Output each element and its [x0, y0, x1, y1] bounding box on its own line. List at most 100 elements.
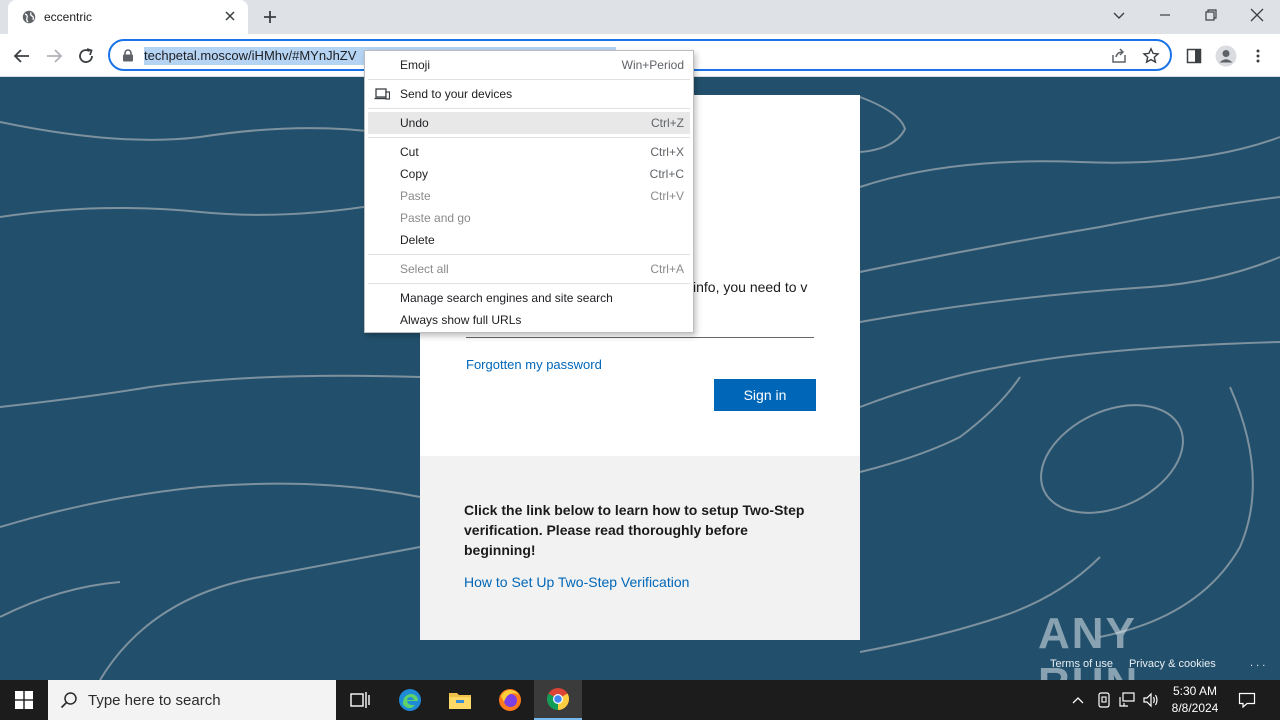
taskbar-edge[interactable]	[386, 680, 434, 720]
taskbar-file-explorer[interactable]	[436, 680, 484, 720]
menu-item-send-to-devices[interactable]: Send to your devices	[368, 83, 690, 105]
start-button[interactable]	[0, 680, 48, 720]
menu-separator	[368, 137, 690, 138]
menu-item-emoji[interactable]: Emoji Win+Period	[368, 54, 690, 76]
share-icon[interactable]	[1110, 47, 1128, 65]
menu-item-paste[interactable]: Paste Ctrl+V	[368, 185, 690, 207]
profile-button[interactable]	[1212, 42, 1240, 70]
network-icon	[1119, 692, 1135, 707]
menu-item-manage-search-engines[interactable]: Manage search engines and site search	[368, 287, 690, 309]
close-icon	[1250, 8, 1264, 22]
two-step-setup-link[interactable]: How to Set Up Two-Step Verification	[464, 574, 689, 590]
forward-button[interactable]	[40, 42, 68, 70]
show-hidden-icons-button[interactable]	[1068, 680, 1088, 720]
taskbar-search-box[interactable]: Type here to search	[48, 680, 336, 720]
chrome-icon	[547, 688, 569, 710]
volume-icon	[1143, 692, 1158, 708]
menu-item-shortcut: Win+Period	[621, 58, 684, 72]
menu-item-label: Cut	[400, 145, 419, 159]
menu-item-label: Manage search engines and site search	[400, 291, 613, 305]
menu-separator	[368, 79, 690, 80]
menu-item-always-show-full-urls[interactable]: Always show full URLs	[368, 309, 690, 331]
menu-item-undo[interactable]: Undo Ctrl+Z	[368, 112, 690, 134]
forgot-password-link[interactable]: Forgotten my password	[466, 357, 602, 372]
password-field-underline[interactable]	[466, 337, 814, 338]
restore-button[interactable]	[1188, 0, 1234, 30]
partial-instruction-text: info, you need to v	[693, 279, 808, 295]
two-step-info-text: Click the link below to learn how to set…	[464, 502, 805, 558]
menu-item-shortcut: Ctrl+V	[650, 189, 684, 203]
more-vert-icon	[1256, 49, 1260, 63]
side-panel-button[interactable]	[1180, 42, 1208, 70]
taskbar-firefox[interactable]	[486, 680, 534, 720]
signin-button[interactable]: Sign in	[714, 379, 816, 411]
arrow-left-icon	[13, 49, 29, 63]
notifications-button[interactable]	[1232, 680, 1262, 720]
menu-item-shortcut: Ctrl+X	[650, 145, 684, 159]
menu-item-cut[interactable]: Cut Ctrl+X	[368, 141, 690, 163]
new-tab-icon[interactable]	[260, 7, 280, 27]
side-panel-icon	[1186, 48, 1202, 64]
menu-item-label: Copy	[400, 167, 429, 181]
privacy-link[interactable]: Privacy & cookies	[1129, 658, 1216, 670]
tray-network-button[interactable]	[1116, 680, 1138, 720]
more-dots[interactable]: . . .	[1250, 657, 1265, 669]
tray-device-button[interactable]	[1094, 680, 1114, 720]
arrow-right-icon	[47, 49, 63, 63]
menu-item-label: Emoji	[400, 58, 431, 72]
star-icon[interactable]	[1142, 47, 1160, 65]
menu-item-label: Paste	[400, 189, 431, 203]
close-window-button[interactable]	[1234, 0, 1280, 30]
menu-separator	[368, 254, 690, 255]
windows-logo-icon	[15, 691, 33, 709]
menu-item-shortcut: Ctrl+Z	[651, 116, 684, 130]
windows-taskbar: Type here to search 5:30 AM 8/8/2024	[0, 680, 1280, 720]
globe-icon	[22, 10, 36, 24]
clock-time: 5:30 AM	[1172, 684, 1218, 698]
edge-icon	[399, 689, 421, 711]
chrome-menu-button[interactable]	[1244, 42, 1272, 70]
menu-item-label: Send to your devices	[400, 87, 513, 101]
minimize-icon	[1160, 14, 1170, 16]
chevron-up-icon	[1072, 697, 1084, 704]
device-icon	[1098, 692, 1110, 708]
menu-separator	[368, 283, 690, 284]
notification-icon	[1238, 692, 1256, 708]
tab-title: eccentric	[44, 10, 93, 24]
menu-item-label: Delete	[400, 233, 435, 247]
firefox-icon	[499, 689, 521, 711]
menu-item-paste-and-go[interactable]: Paste and go	[368, 207, 690, 229]
close-tab-icon[interactable]	[222, 8, 238, 24]
tab-search-button[interactable]	[1096, 0, 1142, 30]
restore-icon	[1205, 9, 1217, 21]
menu-item-copy[interactable]: Copy Ctrl+C	[368, 163, 690, 185]
chevron-down-icon	[1113, 12, 1125, 19]
watermark-links: Terms of use Privacy & cookies	[1050, 658, 1232, 670]
devices-icon	[374, 88, 390, 100]
reload-button[interactable]	[72, 42, 100, 70]
menu-item-label: Paste and go	[400, 211, 471, 225]
taskbar-chrome[interactable]	[534, 680, 582, 720]
avatar-icon	[1215, 45, 1237, 67]
terms-link[interactable]: Terms of use	[1050, 658, 1113, 670]
clock-date: 8/8/2024	[1171, 701, 1219, 715]
menu-item-select-all[interactable]: Select all Ctrl+A	[368, 258, 690, 280]
minimize-button[interactable]	[1142, 0, 1188, 30]
task-view-icon	[350, 692, 370, 708]
menu-item-label: Always show full URLs	[400, 313, 522, 327]
folder-icon	[449, 693, 471, 709]
search-placeholder: Type here to search	[88, 692, 221, 709]
menu-item-label: Undo	[400, 116, 429, 130]
menu-item-label: Select all	[400, 262, 449, 276]
tray-volume-button[interactable]	[1140, 680, 1162, 720]
tab-eccentric[interactable]: eccentric	[8, 0, 248, 34]
taskbar-clock[interactable]: 5:30 AM 8/8/2024	[1162, 683, 1228, 717]
task-view-button[interactable]	[336, 680, 384, 720]
menu-item-shortcut: Ctrl+C	[649, 167, 684, 181]
back-button[interactable]	[8, 42, 36, 70]
tab-strip: eccentric	[0, 0, 1280, 34]
menu-item-delete[interactable]: Delete	[368, 229, 690, 251]
search-icon	[60, 692, 77, 709]
reload-icon	[79, 48, 93, 63]
lock-icon[interactable]	[122, 49, 134, 62]
